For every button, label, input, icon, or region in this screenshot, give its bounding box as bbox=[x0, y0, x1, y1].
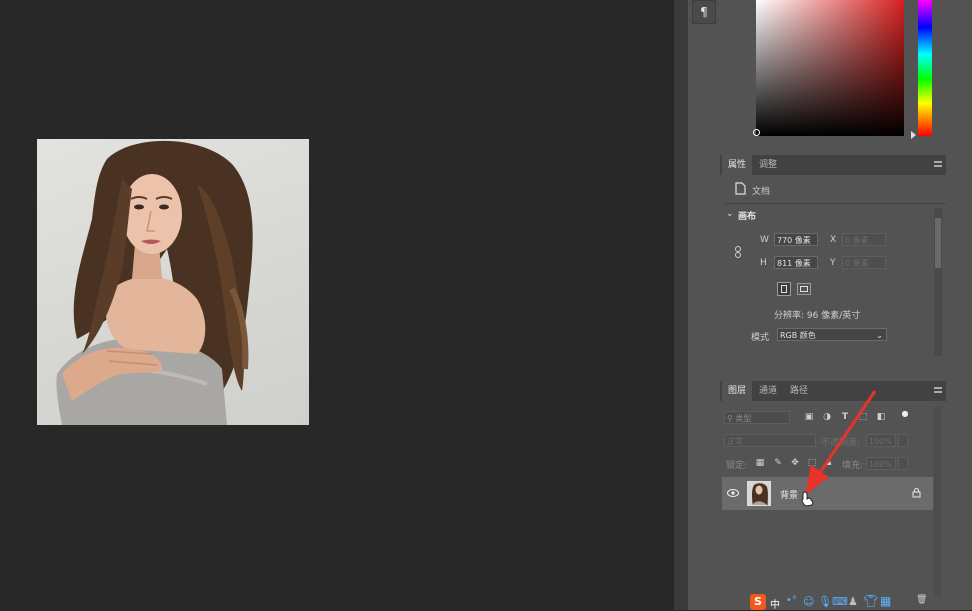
hue-slider[interactable] bbox=[918, 0, 932, 136]
filter-toggle-icon[interactable]: ● bbox=[900, 409, 910, 419]
x-input[interactable]: 0 像素 bbox=[842, 233, 886, 246]
color-picker-cursor[interactable] bbox=[753, 129, 760, 136]
user-icon[interactable]: ♟ bbox=[848, 595, 858, 608]
layers-scrollbar[interactable] bbox=[934, 406, 942, 596]
panel-separator bbox=[674, 0, 688, 610]
mode-value: RGB 颜色 bbox=[780, 331, 816, 340]
y-input[interactable]: 0 像素 bbox=[842, 256, 886, 269]
x-label: X bbox=[830, 235, 837, 245]
blend-mode-value: 正常 bbox=[727, 437, 743, 446]
collapsed-dock: ¶ bbox=[688, 0, 721, 610]
layer-thumbnail-image bbox=[752, 483, 768, 505]
fill-dropdown[interactable] bbox=[898, 457, 908, 470]
layer-filter-select[interactable]: ⚲ 类型 bbox=[724, 411, 790, 424]
sogou-logo-icon[interactable]: S bbox=[750, 594, 766, 610]
annotation-arrow-icon bbox=[805, 390, 877, 495]
document-row: 文档 bbox=[724, 177, 946, 204]
canvas-section-title: 画布 bbox=[738, 212, 757, 222]
portrait-icon bbox=[781, 285, 787, 293]
height-label: H bbox=[760, 258, 767, 268]
properties-panel: 属性 调整 文档 ⌄ 画布 W 770 像素 X 0 像素 H 811 像素 Y… bbox=[720, 150, 972, 356]
landscape-orientation-button[interactable] bbox=[797, 283, 811, 295]
ime-language-label[interactable]: 中 bbox=[770, 596, 780, 611]
properties-scrollbar[interactable] bbox=[934, 208, 942, 356]
hue-slider-handle-icon[interactable] bbox=[911, 131, 916, 139]
paragraph-button[interactable]: ¶ bbox=[692, 0, 716, 24]
layer-filter-value: 类型 bbox=[735, 414, 752, 423]
y-label: Y bbox=[830, 258, 836, 268]
search-icon: ⚲ bbox=[727, 414, 733, 423]
skin-icon[interactable]: 👕︎ bbox=[863, 594, 878, 608]
hand-cursor-icon bbox=[801, 491, 814, 507]
tab-adjustments[interactable]: 调整 bbox=[753, 155, 783, 175]
width-label: W bbox=[760, 235, 769, 245]
mode-label: 模式 bbox=[751, 333, 770, 343]
properties-tab-bar: 属性 调整 bbox=[720, 155, 946, 175]
paragraph-icon: ¶ bbox=[700, 5, 708, 19]
tab-layers[interactable]: 图层 bbox=[722, 381, 753, 401]
eye-icon[interactable] bbox=[727, 489, 739, 497]
layer-thumbnail bbox=[747, 481, 771, 506]
chevron-down-icon[interactable]: ⌄ bbox=[726, 209, 734, 219]
portrait-orientation-button[interactable] bbox=[777, 282, 791, 296]
link-icon[interactable] bbox=[734, 245, 742, 259]
canvas-area[interactable] bbox=[0, 0, 674, 610]
keyboard-icon[interactable]: ⌨ bbox=[832, 595, 848, 608]
portrait-image bbox=[56, 140, 253, 425]
document-image[interactable] bbox=[37, 139, 309, 425]
right-panel-column: 属性 调整 文档 ⌄ 画布 W 770 像素 X 0 像素 H 811 像素 Y… bbox=[720, 0, 972, 610]
microphone-icon[interactable]: 🎙︎ bbox=[818, 595, 832, 608]
dropdown-arrow-icon: ⌄ bbox=[876, 331, 883, 340]
color-field[interactable] bbox=[756, 0, 904, 136]
scrollbar-thumb[interactable] bbox=[935, 218, 941, 268]
layers-panel-menu-icon[interactable] bbox=[934, 387, 942, 393]
panel-menu-icon[interactable] bbox=[934, 161, 942, 167]
document-label: 文档 bbox=[752, 187, 771, 197]
toolbox-icon[interactable]: ▦ bbox=[880, 594, 891, 608]
resolution-text: 分辨率: 96 像素/英寸 bbox=[774, 311, 861, 321]
lock-label: 锁定: bbox=[726, 461, 748, 471]
lock-image-icon[interactable]: ✎ bbox=[773, 458, 783, 468]
height-input[interactable]: 811 像素 bbox=[774, 256, 818, 269]
document-icon bbox=[735, 182, 746, 195]
emoji-icon[interactable]: ☺ bbox=[803, 595, 814, 608]
tab-properties[interactable]: 属性 bbox=[722, 155, 753, 175]
opacity-dropdown[interactable] bbox=[898, 434, 908, 447]
layer-lock-icon bbox=[912, 488, 921, 498]
punctuation-icon[interactable]: •° bbox=[786, 595, 797, 606]
lock-transparent-icon[interactable]: ▦ bbox=[755, 458, 765, 468]
ime-toolbar: S 中 •° ☺ 🎙︎ ⌨ ♟ 👕︎ ▦ bbox=[748, 594, 934, 611]
mode-select[interactable]: RGB 颜色 ⌄ bbox=[777, 328, 887, 341]
landscape-icon bbox=[800, 286, 808, 292]
tab-channels[interactable]: 通道 bbox=[753, 381, 783, 401]
width-input[interactable]: 770 像素 bbox=[774, 233, 818, 246]
